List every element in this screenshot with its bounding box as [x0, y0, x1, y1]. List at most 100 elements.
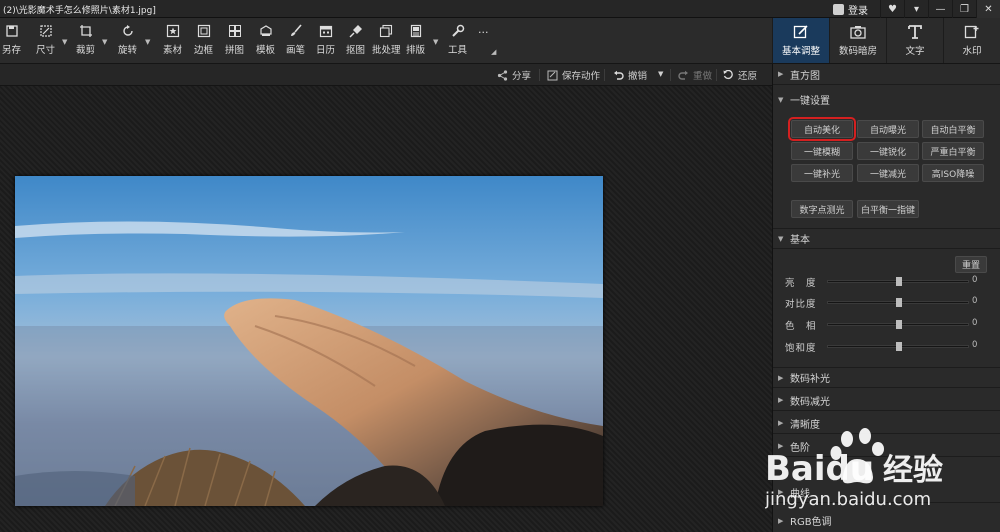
- spot-metering-button[interactable]: 数字点测光: [791, 200, 853, 218]
- collapse-icon: ▼: [778, 95, 784, 104]
- divider: [539, 69, 540, 81]
- window-title: (2)\光影魔术手怎么修照片\素材1.jpg]: [3, 6, 156, 16]
- favorite-button[interactable]: ♥: [880, 0, 904, 18]
- restore-button[interactable]: 还原: [723, 68, 757, 82]
- tab-darkroom[interactable]: 数码暗房: [829, 18, 886, 63]
- frame-icon: [197, 24, 210, 38]
- redo-icon: [678, 70, 688, 80]
- tab-basic-adjust[interactable]: 基本调整: [772, 18, 829, 63]
- undo-button[interactable]: 撤销: [613, 68, 647, 82]
- collapse-icon: ▼: [778, 234, 784, 243]
- action-bar: 分享 保存动作 撤销 ▼ 重做 还原: [0, 64, 772, 86]
- divider: [670, 69, 671, 81]
- undo-icon: [614, 70, 624, 80]
- more-dropdown-icon[interactable]: ◢: [491, 48, 496, 56]
- window-controls: 登录 ♥ ▾ — ❐ ✕: [825, 0, 1000, 18]
- camera-icon: [850, 26, 866, 39]
- brush-icon: [290, 24, 302, 36]
- photo-rock-over-sea-of-clouds: [15, 176, 603, 506]
- batch-icon: [380, 24, 393, 38]
- tool-save-as[interactable]: 另存: [2, 24, 21, 60]
- slider-value: 0: [972, 340, 978, 350]
- tool-cutout[interactable]: 抠图: [346, 24, 365, 60]
- restore-icon: [723, 69, 733, 79]
- adjust-icon: [793, 25, 808, 39]
- section-basic[interactable]: ▼ 基本: [773, 228, 1000, 249]
- save-icon: [5, 25, 18, 37]
- slider-label: 色 相: [785, 321, 817, 332]
- expand-icon: ▶: [778, 373, 784, 382]
- reset-button[interactable]: 重置: [955, 256, 987, 273]
- auto-white-balance-button[interactable]: 自动白平衡: [922, 120, 984, 138]
- maximize-button[interactable]: ❐: [952, 0, 976, 18]
- save-action-button[interactable]: 保存动作: [547, 68, 600, 82]
- right-tabs: 基本调整 数码暗房 文字 水印: [772, 18, 1000, 64]
- slider-thumb[interactable]: [896, 320, 902, 329]
- text-icon: [908, 25, 922, 39]
- tool-batch[interactable]: 批处理: [372, 24, 401, 60]
- share-icon: [497, 69, 508, 81]
- one-click-sharpen-button[interactable]: 一键锐化: [857, 142, 919, 160]
- one-click-blur-button[interactable]: 一键模糊: [791, 142, 853, 160]
- calendar-icon: [319, 25, 332, 38]
- resize-icon: [39, 25, 52, 37]
- menu-button[interactable]: ▾: [904, 0, 928, 18]
- tool-layout[interactable]: 排版: [406, 24, 425, 60]
- crop-dropdown-icon[interactable]: ▼: [102, 38, 107, 46]
- minimize-button[interactable]: —: [928, 0, 952, 18]
- section-one-click[interactable]: ▼ 一键设置: [773, 89, 1000, 110]
- layout-icon: [410, 24, 421, 38]
- brightness-slider[interactable]: [827, 277, 969, 286]
- auto-beautify-button[interactable]: 自动美化: [788, 117, 856, 141]
- slider-thumb[interactable]: [896, 298, 902, 307]
- image-canvas[interactable]: [0, 86, 772, 532]
- severe-white-balance-button[interactable]: 严重白平衡: [922, 142, 984, 160]
- login-button[interactable]: 登录: [825, 0, 880, 18]
- redo-button[interactable]: 重做: [678, 68, 712, 82]
- tab-text[interactable]: 文字: [886, 18, 943, 63]
- layout-dropdown-icon[interactable]: ▼: [433, 38, 438, 46]
- rotate-icon: [122, 25, 133, 36]
- photo-illustration: [15, 176, 603, 506]
- white-balance-picker-button[interactable]: 白平衡一指键: [857, 200, 919, 218]
- saturation-slider[interactable]: [827, 342, 969, 351]
- slider-label: 饱和度: [785, 343, 817, 354]
- tool-template[interactable]: 模板: [256, 24, 275, 60]
- one-click-reduce-light-button[interactable]: 一键减光: [857, 164, 919, 182]
- baidu-paw-logo-icon: Baidu 经验 jingyan.baidu.com: [764, 428, 943, 510]
- tool-collage[interactable]: 拼图: [225, 24, 244, 60]
- undo-dropdown-icon[interactable]: ▼: [658, 70, 663, 78]
- auto-exposure-button[interactable]: 自动曝光: [857, 120, 919, 138]
- more-icon: ···: [478, 26, 489, 39]
- tool-brush[interactable]: 画笔: [286, 24, 305, 60]
- hue-slider[interactable]: [827, 320, 969, 329]
- tool-material[interactable]: 素材: [163, 24, 182, 60]
- tool-crop[interactable]: 裁剪: [76, 24, 95, 60]
- watermark-brand: Baidu: [765, 449, 874, 489]
- close-button[interactable]: ✕: [976, 0, 1000, 18]
- watermark-brand-cn: 经验: [883, 453, 943, 488]
- slider-thumb[interactable]: [896, 342, 902, 351]
- section-digital-fill-light[interactable]: ▶ 数码补光: [773, 367, 1000, 388]
- section-digital-reduce-light[interactable]: ▶ 数码减光: [773, 390, 1000, 411]
- contrast-slider[interactable]: [827, 298, 969, 307]
- star-icon: [166, 24, 179, 38]
- resize-dropdown-icon[interactable]: ▼: [62, 38, 67, 46]
- tool-tools[interactable]: 工具: [448, 24, 467, 60]
- tool-more[interactable]: ···: [478, 26, 489, 62]
- tool-border[interactable]: 边框: [194, 24, 213, 60]
- main-toolbar: 另存 尺寸 ▼ 裁剪 ▼ 旋转 ▼ 素材 边框 拼图 模板 画笔 日历 抠图 批…: [0, 18, 772, 64]
- cutout-icon: [349, 25, 362, 38]
- tool-resize[interactable]: 尺寸: [36, 24, 55, 60]
- watermark-url: jingyan.baidu.com: [765, 489, 931, 510]
- share-button[interactable]: 分享: [497, 68, 531, 82]
- one-click-fill-light-button[interactable]: 一键补光: [791, 164, 853, 182]
- section-histogram[interactable]: ▶ 直方图: [773, 64, 1000, 85]
- rotate-dropdown-icon[interactable]: ▼: [145, 38, 150, 46]
- tool-rotate[interactable]: 旋转: [118, 24, 137, 60]
- tab-watermark[interactable]: 水印: [943, 18, 1000, 63]
- slider-thumb[interactable]: [896, 277, 902, 286]
- high-iso-denoise-button[interactable]: 高ISO降噪: [922, 164, 984, 182]
- divider: [604, 69, 605, 81]
- tool-calendar[interactable]: 日历: [316, 24, 335, 60]
